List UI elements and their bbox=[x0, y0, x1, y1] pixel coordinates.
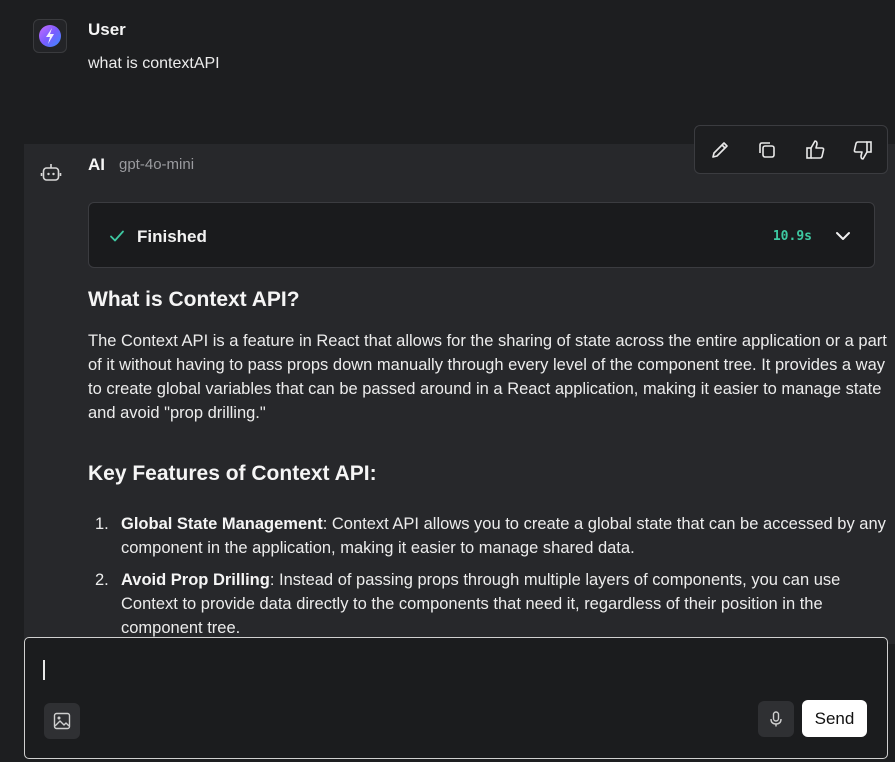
response-content: What is Context API? The Context API is … bbox=[88, 288, 888, 644]
features-list: 1. Global State Management: Context API a… bbox=[88, 512, 888, 640]
user-message: User what is contextAPI bbox=[0, 0, 895, 140]
response-heading: What is Context API? bbox=[88, 288, 300, 311]
microphone-icon bbox=[770, 711, 782, 727]
user-message-text: what is contextAPI bbox=[88, 55, 220, 72]
ai-message: AI gpt-4o-mini Finished 10.9s What is Co… bbox=[24, 144, 895, 644]
status-card[interactable]: Finished 10.9s bbox=[88, 202, 875, 268]
message-composer: Send bbox=[24, 637, 888, 759]
list-item: 2. Avoid Prop Drilling: Instead of passin… bbox=[88, 568, 888, 640]
feature-title: Avoid Prop Drilling bbox=[121, 571, 270, 589]
image-icon bbox=[53, 712, 71, 730]
attach-image-button[interactable] bbox=[44, 703, 80, 739]
bot-icon bbox=[40, 164, 62, 181]
message-input[interactable] bbox=[43, 652, 867, 696]
list-number: 1. bbox=[95, 515, 109, 533]
chevron-down-icon[interactable] bbox=[834, 228, 852, 244]
status-label: Finished bbox=[137, 227, 207, 246]
ai-name: AI bbox=[88, 155, 105, 174]
response-paragraph: The Context API is a feature in React th… bbox=[88, 332, 887, 422]
list-item: 1. Global State Management: Context API a… bbox=[88, 512, 888, 560]
send-button[interactable]: Send bbox=[802, 700, 867, 737]
model-name: gpt-4o-mini bbox=[119, 156, 195, 173]
thumbs-up-icon[interactable] bbox=[803, 138, 827, 162]
pencil-icon[interactable] bbox=[708, 138, 732, 162]
message-actions bbox=[694, 125, 888, 174]
response-subheading: Key Features of Context API: bbox=[88, 462, 377, 485]
check-icon bbox=[110, 230, 124, 242]
thumbs-down-icon[interactable] bbox=[851, 138, 875, 162]
list-number: 2. bbox=[95, 571, 109, 589]
copy-icon[interactable] bbox=[755, 138, 779, 162]
feature-title: Global State Management bbox=[121, 515, 323, 533]
user-avatar bbox=[33, 19, 67, 53]
microphone-button[interactable] bbox=[758, 701, 794, 737]
user-name: User bbox=[88, 20, 126, 39]
text-caret bbox=[43, 660, 45, 680]
status-duration: 10.9s bbox=[772, 229, 812, 244]
logo-icon bbox=[39, 25, 61, 47]
